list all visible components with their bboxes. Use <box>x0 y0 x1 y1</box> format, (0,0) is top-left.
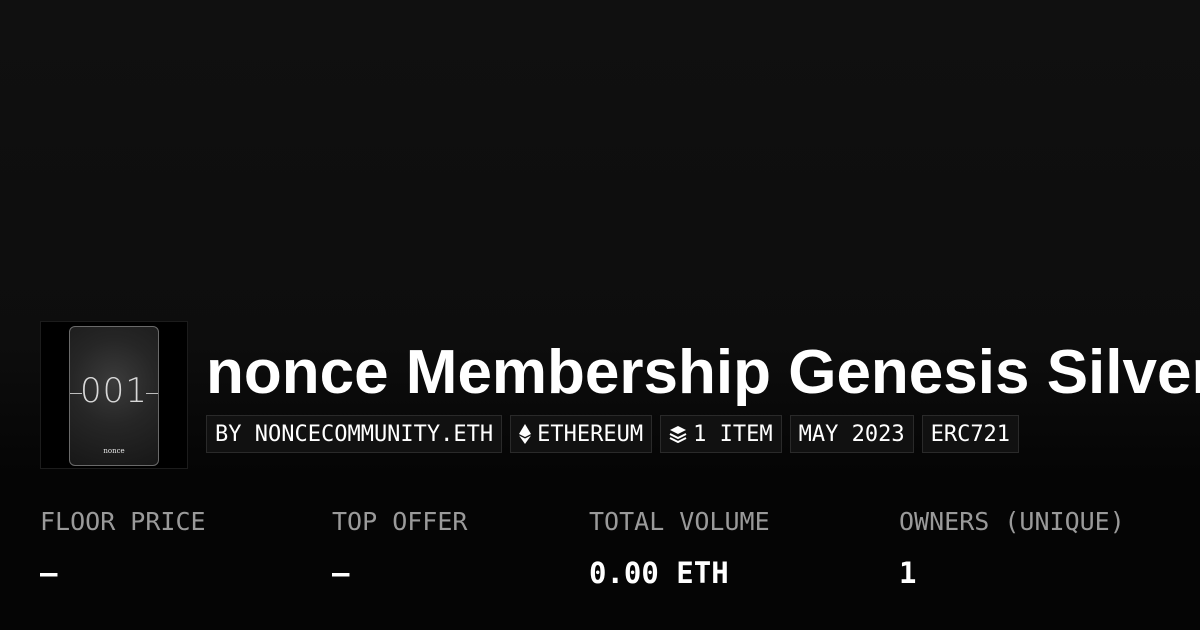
tag-items-label: 1 ITEM <box>693 421 773 447</box>
ethereum-icon <box>519 424 532 444</box>
collection-title: nonce Membership Genesis Silver <box>206 338 1200 407</box>
collection-tags: BY NONCECOMMUNITY.ETH ETHEREUM 1 ITEM MA… <box>206 415 1020 453</box>
stat-top-offer-label: TOP OFFER <box>332 507 468 536</box>
tag-standard-label: ERC721 <box>930 421 1011 447</box>
stat-top-offer: TOP OFFER – <box>332 506 467 590</box>
stat-total-volume-value: 0.00 ETH <box>589 556 729 590</box>
stat-owners-value: 1 <box>899 556 917 590</box>
stat-floor-price-value: – <box>40 556 58 590</box>
card-line-right <box>146 393 158 394</box>
membership-card-image: 001 nonce <box>69 326 159 466</box>
stat-top-offer-value: – <box>332 556 350 590</box>
collection-thumbnail: 001 nonce <box>40 321 188 469</box>
layers-icon <box>669 426 687 443</box>
tag-date-label: MAY 2023 <box>798 421 905 447</box>
tag-date[interactable]: MAY 2023 <box>789 415 914 453</box>
stat-floor-price: FLOOR PRICE – <box>40 506 206 590</box>
tag-creator[interactable]: BY NONCECOMMUNITY.ETH <box>206 415 503 453</box>
stat-owners-label: OWNERS (UNIQUE) <box>899 507 1125 536</box>
card-number: 001 <box>80 371 148 411</box>
tag-chain-label: ETHEREUM <box>537 421 644 447</box>
tag-creator-label: BY NONCECOMMUNITY.ETH <box>215 421 494 447</box>
tag-items[interactable]: 1 ITEM <box>660 415 782 453</box>
card-brand-label: nonce <box>103 447 125 455</box>
stat-floor-price-label: FLOOR PRICE <box>40 507 206 536</box>
stat-total-volume-label: TOTAL VOLUME <box>589 507 770 536</box>
stat-owners: OWNERS (UNIQUE) 1 <box>899 506 1125 590</box>
tag-standard[interactable]: ERC721 <box>921 415 1020 453</box>
tag-chain[interactable]: ETHEREUM <box>510 415 653 453</box>
stat-total-volume: TOTAL VOLUME 0.00 ETH <box>589 506 770 590</box>
